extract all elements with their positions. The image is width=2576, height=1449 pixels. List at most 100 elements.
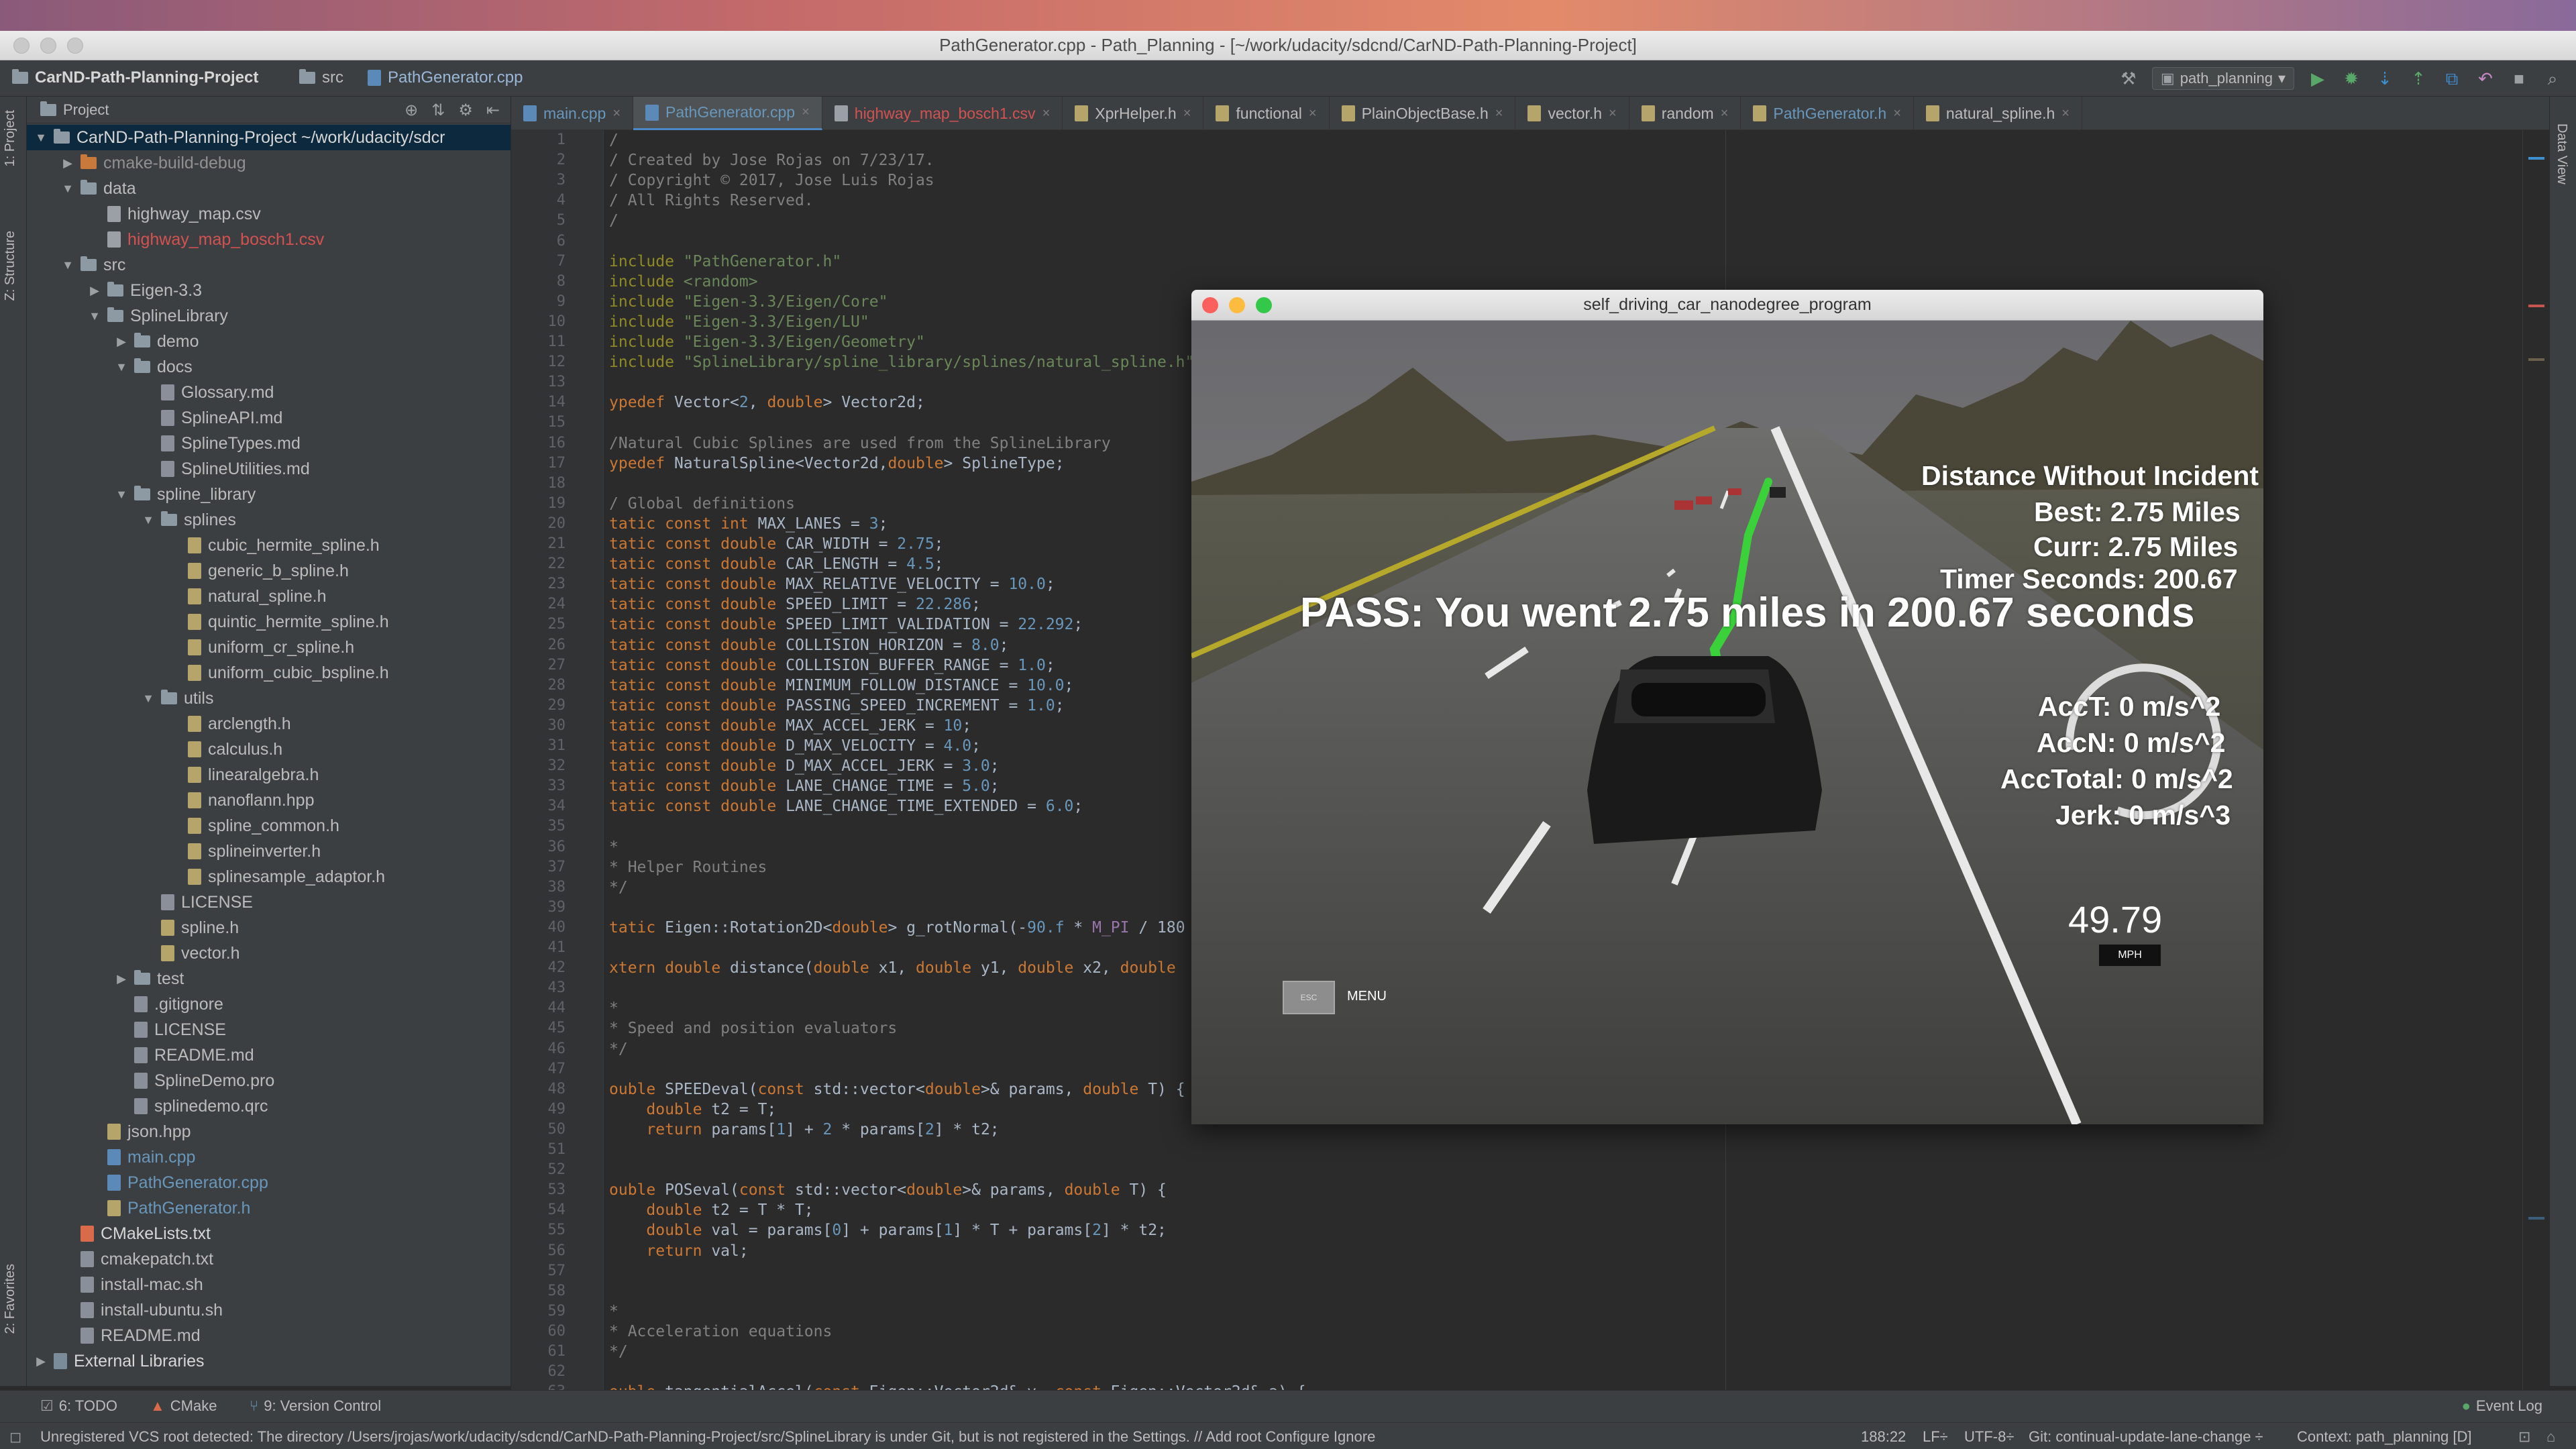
tree-item[interactable]: splinesample_adaptor.h xyxy=(27,864,511,890)
line-number[interactable]: 16 xyxy=(512,435,566,451)
expand-right-icon[interactable]: ▶ xyxy=(35,1354,47,1368)
line-number[interactable]: 10 xyxy=(512,313,566,330)
run-configuration-select[interactable]: ▣ path_planning ▾ xyxy=(2151,67,2294,90)
line-number[interactable]: 59 xyxy=(512,1303,566,1320)
code-line[interactable]: / xyxy=(609,131,619,149)
line-number[interactable]: 44 xyxy=(512,1000,566,1016)
close-tab-icon[interactable]: × xyxy=(1609,106,1617,121)
code-line[interactable]: / Copyright © 2017, Jose Luis Rojas xyxy=(609,172,934,189)
code-line[interactable]: ouble POSeval(const std::vector<double>&… xyxy=(609,1181,1167,1199)
expand-down-icon[interactable]: ▼ xyxy=(89,309,101,323)
expand-down-icon[interactable]: ▼ xyxy=(115,488,127,502)
code-line[interactable]: * Helper Routines xyxy=(609,859,767,876)
code-line[interactable]: tatic const double SPEED_LIMIT_VALIDATIO… xyxy=(609,616,1083,633)
tree-item[interactable]: LICENSE xyxy=(27,890,511,915)
editor-tab[interactable]: random × xyxy=(1629,97,1741,130)
line-number[interactable]: 41 xyxy=(512,939,566,956)
expand-down-icon[interactable]: ▼ xyxy=(35,131,47,145)
tree-item[interactable]: quintic_hermite_spline.h xyxy=(27,609,511,635)
tree-item[interactable]: .gitignore xyxy=(27,991,511,1017)
code-line[interactable]: tatic const double MINIMUM_FOLLOW_DISTAN… xyxy=(609,677,1073,694)
line-number[interactable]: 20 xyxy=(512,515,566,532)
expand-right-icon[interactable]: ▶ xyxy=(115,972,127,986)
line-number[interactable]: 4 xyxy=(512,192,566,209)
line-number[interactable]: 28 xyxy=(512,677,566,694)
code-line[interactable]: / xyxy=(609,212,619,229)
tree-item[interactable]: splinedemo.qrc xyxy=(27,1093,511,1119)
line-number[interactable]: 7 xyxy=(512,253,566,270)
tree-item[interactable]: linearalgebra.h xyxy=(27,762,511,788)
tree-item[interactable]: vector.h xyxy=(27,941,511,966)
tree-item[interactable]: install-mac.sh xyxy=(27,1272,511,1297)
line-number[interactable]: 23 xyxy=(512,576,566,592)
close-tab-icon[interactable]: × xyxy=(1721,106,1729,121)
change-marker[interactable] xyxy=(2528,358,2544,361)
tree-item[interactable]: natural_spline.h xyxy=(27,584,511,609)
revert-icon[interactable]: ↶ xyxy=(2475,68,2496,89)
tree-item[interactable]: spline.h xyxy=(27,915,511,941)
tree-item[interactable]: ▼ spline_library xyxy=(27,482,511,507)
tool-cmake[interactable]: ▲ CMake xyxy=(150,1397,217,1415)
line-number[interactable]: 31 xyxy=(512,737,566,754)
close-tab-icon[interactable]: × xyxy=(1893,106,1901,121)
line-number[interactable]: 32 xyxy=(512,757,566,774)
line-number[interactable]: 30 xyxy=(512,717,566,734)
line-number[interactable]: 40 xyxy=(512,919,566,936)
line-number[interactable]: 46 xyxy=(512,1040,566,1057)
locate-icon[interactable]: ⊕ xyxy=(405,101,418,120)
line-number[interactable]: 5 xyxy=(512,212,566,229)
line-number[interactable]: 12 xyxy=(512,354,566,370)
close-tab-icon[interactable]: × xyxy=(612,106,621,121)
tree-item[interactable]: calculus.h xyxy=(27,737,511,762)
tree-item[interactable]: Glossary.md xyxy=(27,380,511,405)
line-number[interactable]: 45 xyxy=(512,1020,566,1036)
status-toggle-icon[interactable]: ◻ xyxy=(9,1428,21,1446)
tree-item[interactable]: ▶ demo xyxy=(27,329,511,354)
debug-bug-icon[interactable]: ✹ xyxy=(2341,68,2361,89)
line-number[interactable]: 49 xyxy=(512,1101,566,1118)
expand-down-icon[interactable]: ▼ xyxy=(62,182,74,196)
line-number[interactable]: 48 xyxy=(512,1081,566,1097)
close-tab-icon[interactable]: × xyxy=(2061,106,2070,121)
line-number[interactable]: 58 xyxy=(512,1283,566,1299)
run-icon[interactable]: ▶ xyxy=(2308,68,2328,89)
code-line[interactable]: * Acceleration equations xyxy=(609,1323,832,1340)
editor-tab[interactable]: vector.h × xyxy=(1515,97,1629,130)
code-line[interactable]: / Global definitions xyxy=(609,495,795,513)
tree-item[interactable]: ▼ docs xyxy=(27,354,511,380)
line-number[interactable]: 43 xyxy=(512,979,566,996)
line-number[interactable]: 17 xyxy=(512,455,566,472)
code-line[interactable]: double val = params[0] + params[1] * T +… xyxy=(609,1222,1167,1239)
editor-tab[interactable]: XprHelper.h × xyxy=(1063,97,1204,130)
line-number[interactable]: 27 xyxy=(512,657,566,674)
breadcrumb-project[interactable]: CarND-Path-Planning-Project xyxy=(12,68,258,87)
expand-down-icon[interactable]: ▼ xyxy=(142,513,154,527)
code-line[interactable]: tatic const double LANE_CHANGE_TIME = 5.… xyxy=(609,777,1000,795)
tree-item[interactable]: PathGenerator.h xyxy=(27,1195,511,1221)
line-number[interactable]: 35 xyxy=(512,818,566,835)
project-panel-title[interactable]: Project xyxy=(63,101,109,119)
expand-right-icon[interactable]: ▶ xyxy=(89,284,101,298)
line-number[interactable]: 50 xyxy=(512,1121,566,1138)
code-line[interactable]: */ xyxy=(609,1040,628,1058)
tree-item[interactable]: SplineUtilities.md xyxy=(27,456,511,482)
tree-item[interactable]: install-ubuntu.sh xyxy=(27,1297,511,1323)
close-tab-icon[interactable]: × xyxy=(802,105,810,120)
status-message[interactable]: Unregistered VCS root detected: The dire… xyxy=(40,1428,1717,1446)
code-line[interactable]: ypedef Vector<2, double> Vector2d; xyxy=(609,394,925,411)
line-number[interactable]: 13 xyxy=(512,374,566,390)
code-line[interactable]: xtern double distance(double x1, double … xyxy=(609,959,1176,977)
code-line[interactable]: tatic const double PASSING_SPEED_INCREME… xyxy=(609,697,1065,714)
code-line[interactable]: double t2 = T * T; xyxy=(609,1201,813,1219)
line-number[interactable]: 55 xyxy=(512,1222,566,1238)
tool-version-control[interactable]: ⑂ 9: Version Control xyxy=(250,1397,381,1415)
tree-item[interactable]: uniform_cr_spline.h xyxy=(27,635,511,660)
editor-tab[interactable]: main.cpp × xyxy=(511,97,634,130)
line-number[interactable]: 62 xyxy=(512,1363,566,1380)
editor-tab[interactable]: highway_map_bosch1.csv × xyxy=(822,97,1063,130)
editor-tab[interactable]: PathGenerator.cpp × xyxy=(633,97,822,130)
close-tab-icon[interactable]: × xyxy=(1309,106,1317,121)
line-number[interactable]: 1 xyxy=(512,131,566,148)
code-line[interactable]: tatic const double COLLISION_HORIZON = 8… xyxy=(609,637,1008,654)
code-line[interactable]: /Natural Cubic Splines are used from the… xyxy=(609,435,1111,452)
